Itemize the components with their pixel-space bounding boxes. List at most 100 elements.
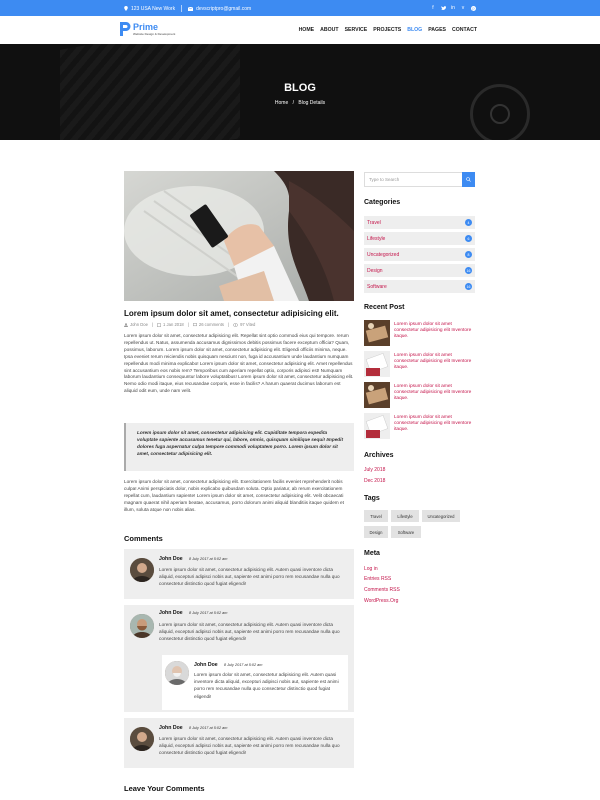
category-item-design[interactable]: Design 16 bbox=[364, 264, 475, 277]
meta-divider: | bbox=[187, 322, 189, 327]
category-item-uncategorized[interactable]: Uncategorized 8 bbox=[364, 248, 475, 261]
post-title: Lorem ipsum dolor sit amet, consectetur … bbox=[124, 309, 339, 318]
recent-post-title: Lorem ipsum dolor sit amet consectetur a… bbox=[394, 322, 472, 340]
recent-post-thumbnail bbox=[364, 413, 390, 439]
post-date: 1 Jan 2018 bbox=[157, 322, 184, 327]
archive-link-july-2018[interactable]: July 2018 bbox=[364, 467, 385, 473]
meta-divider: | bbox=[151, 322, 154, 327]
recent-post-title: Lorem ipsum dolor sit amet consectetur a… bbox=[394, 415, 472, 433]
breadcrumb-home[interactable]: Home bbox=[275, 100, 288, 106]
avatar bbox=[130, 614, 154, 638]
email-item[interactable]: devscriptpro@gmail.com bbox=[188, 6, 251, 12]
brand-tagline: Website Design & Development bbox=[133, 31, 176, 36]
vimeo-icon[interactable]: v bbox=[460, 4, 466, 12]
nav-pages[interactable]: PAGES bbox=[428, 27, 446, 33]
comment-text: Lorem ipsum dolor sit amet, consectetur … bbox=[159, 736, 340, 756]
recent-post-item[interactable]: Lorem ipsum dolor sit amet consectetur a… bbox=[364, 382, 475, 408]
comment-text: Lorem ipsum dolor sit amet, consectetur … bbox=[159, 622, 340, 642]
meta-divider: | bbox=[228, 322, 230, 327]
avatar bbox=[165, 661, 189, 685]
category-label: Uncategorized bbox=[367, 252, 400, 258]
watch-dial bbox=[490, 104, 510, 124]
search-button[interactable] bbox=[462, 172, 475, 187]
address-text: 123 USA New Work bbox=[131, 5, 176, 12]
linkedin-icon[interactable]: in bbox=[450, 4, 456, 12]
post-date-text: 1 Jan 2018 bbox=[163, 322, 184, 327]
comment-text: Lorem ipsum dolor sit amet, consectetur … bbox=[159, 567, 340, 587]
comment-text: Lorem ipsum dolor sit amet, consectetur … bbox=[194, 672, 339, 699]
recent-post-thumbnail bbox=[364, 351, 390, 377]
brand-name: Prime bbox=[133, 21, 159, 32]
post-comments-count[interactable]: 26 comments bbox=[192, 322, 224, 327]
nav-home[interactable]: HOME bbox=[299, 27, 315, 33]
email-text: devscriptpro@gmail.com bbox=[196, 5, 252, 12]
tag-uncategorized[interactable]: Uncategorized bbox=[422, 510, 460, 522]
avatar bbox=[130, 558, 154, 582]
comment-author: John Doe bbox=[159, 556, 183, 562]
recent-post-title: Lorem ipsum dolor sit amet consectetur a… bbox=[394, 384, 472, 402]
category-count-badge: 4 bbox=[465, 219, 472, 226]
eye-icon bbox=[233, 322, 239, 327]
search-box bbox=[364, 172, 475, 187]
breadcrumb: Home / Blog Details bbox=[0, 100, 600, 106]
svg-text:p: p bbox=[472, 6, 474, 10]
calendar-icon bbox=[157, 322, 161, 327]
recent-post-thumbnail bbox=[364, 320, 390, 346]
categories-heading: Categories bbox=[364, 199, 401, 206]
meta-link-comments-rss[interactable]: Comments RSS bbox=[364, 587, 400, 593]
category-count-badge: 16 bbox=[465, 283, 472, 290]
post-body-paragraph: Lorem ipsum dolor sit amet, consectetur … bbox=[124, 333, 354, 394]
meta-link-login[interactable]: Log in bbox=[364, 566, 378, 572]
nav-blog[interactable]: BLOG bbox=[407, 27, 422, 33]
nav-projects[interactable]: PROJECTS bbox=[373, 27, 401, 33]
comment-date: 8 July 2017 at 5:02 am bbox=[224, 663, 263, 667]
meta-link-entries-rss[interactable]: Entries RSS bbox=[364, 576, 391, 582]
nav-service[interactable]: SERVICE bbox=[345, 27, 368, 33]
page-title: BLOG bbox=[284, 82, 316, 94]
brand-logo[interactable]: Prime Website Design & Development bbox=[120, 22, 175, 36]
post-blockquote: Lorem ipsum dolor sit amet, consectetur … bbox=[124, 423, 354, 471]
recent-post-thumbnail bbox=[364, 382, 390, 408]
address-item: 123 USA New Work bbox=[124, 6, 175, 12]
nav-contact[interactable]: CONTACT bbox=[452, 27, 477, 33]
facebook-icon[interactable]: f bbox=[430, 4, 436, 12]
comment-item: John Doe 8 July 2017 at 5:02 am Lorem ip… bbox=[124, 549, 354, 599]
location-icon bbox=[124, 6, 128, 11]
recent-post-item[interactable]: Lorem ipsum dolor sit amet consectetur a… bbox=[364, 320, 475, 346]
category-count-badge: 8 bbox=[465, 251, 472, 258]
category-item-software[interactable]: Software 16 bbox=[364, 280, 475, 293]
post-views: 97 Vited bbox=[233, 322, 255, 327]
search-input[interactable] bbox=[365, 173, 462, 186]
meta-link-wordpress[interactable]: WordPress.Org bbox=[364, 598, 398, 604]
post-featured-image bbox=[124, 171, 354, 301]
tag-lifestyle[interactable]: Lifestyle bbox=[391, 510, 419, 522]
category-label: Lifestyle bbox=[367, 236, 386, 242]
post-body-paragraph-2: Lorem ipsum dolor sit amet, consectetur … bbox=[124, 479, 344, 512]
category-count-badge: 6 bbox=[465, 235, 472, 242]
post-meta: John Doe | 1 Jan 2018 | 26 comments | 97… bbox=[124, 322, 255, 327]
tag-travel[interactable]: Travel bbox=[364, 510, 388, 522]
category-item-travel[interactable]: Travel 4 bbox=[364, 216, 475, 229]
twitter-icon[interactable] bbox=[440, 4, 446, 12]
tag-software[interactable]: Software bbox=[391, 526, 421, 538]
category-count-badge: 16 bbox=[465, 267, 472, 274]
pinterest-icon[interactable]: p bbox=[470, 4, 476, 12]
tag-design[interactable]: Design bbox=[364, 526, 388, 538]
logo-icon bbox=[120, 22, 131, 36]
tags-heading: Tags bbox=[364, 495, 380, 502]
recent-post-item[interactable]: Lorem ipsum dolor sit amet consectetur a… bbox=[364, 413, 475, 439]
post-author[interactable]: John Doe bbox=[124, 322, 148, 327]
comment-author: John Doe bbox=[159, 725, 183, 731]
comment-date: 8 July 2017 at 5:02 am bbox=[189, 611, 228, 615]
recent-post-title: Lorem ipsum dolor sit amet consectetur a… bbox=[394, 353, 472, 371]
meta-heading: Meta bbox=[364, 550, 380, 557]
archives-heading: Archives bbox=[364, 452, 394, 459]
comment-date: 8 July 2017 at 5:02 am bbox=[189, 726, 228, 730]
comment-date: 8 July 2017 at 5:02 am bbox=[189, 557, 228, 561]
nav-about[interactable]: ABOUT bbox=[320, 27, 338, 33]
comment-icon bbox=[192, 322, 197, 326]
main-navbar: Prime Website Design & Development HOME … bbox=[0, 16, 600, 44]
recent-post-item[interactable]: Lorem ipsum dolor sit amet consectetur a… bbox=[364, 351, 475, 377]
category-item-lifestyle[interactable]: Lifestyle 6 bbox=[364, 232, 475, 245]
archive-link-dec-2018[interactable]: Dec 2018 bbox=[364, 478, 385, 484]
